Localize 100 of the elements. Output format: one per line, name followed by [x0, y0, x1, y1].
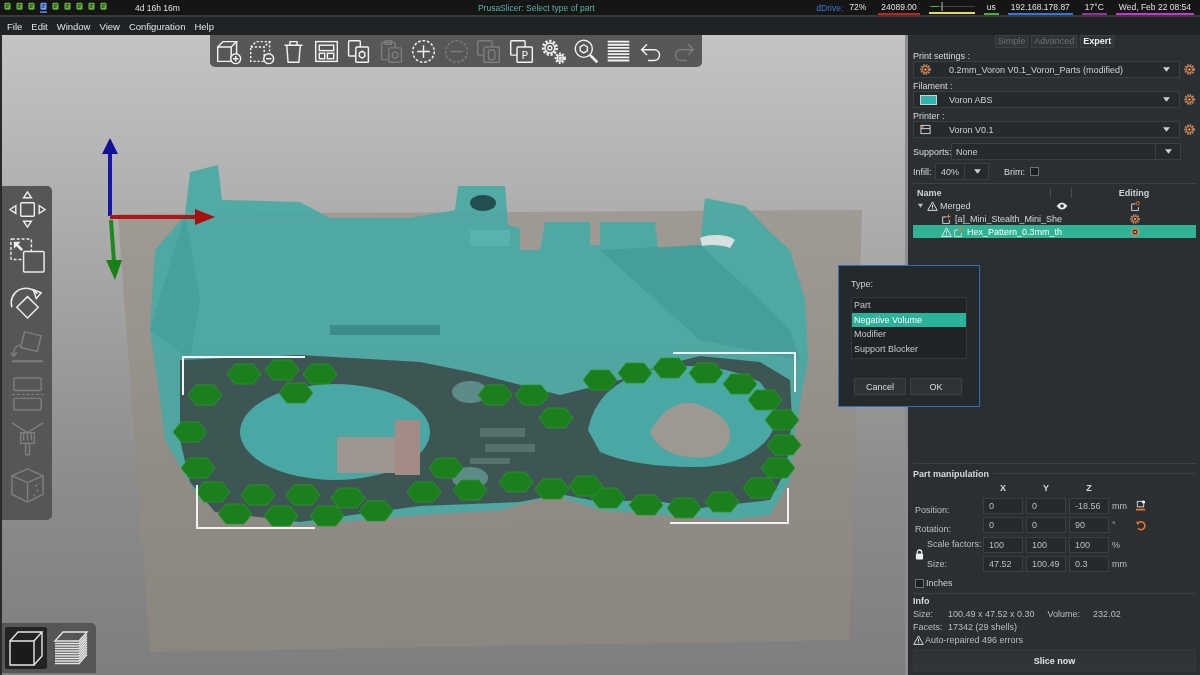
printer-icon — [920, 124, 931, 135]
unit-label: ° — [1112, 520, 1117, 530]
number-field[interactable]: 47.52 — [983, 556, 1023, 572]
status-indicator: 72% — [848, 0, 868, 14]
gear-icon[interactable] — [1129, 213, 1140, 224]
number-field[interactable]: 100 — [983, 536, 1023, 553]
number-field[interactable]: 0 — [1026, 497, 1066, 514]
brim-label: Brim: — [1004, 166, 1025, 177]
preset-dropdown[interactable]: 0.2mm_Voron V0.1_Voron_Parts (modified) — [913, 61, 1180, 78]
supports-dropdown[interactable]: None — [951, 143, 1181, 160]
scale-boxes-icon[interactable] — [7, 236, 47, 275]
caret-icon — [974, 169, 981, 174]
tree-row[interactable]: [a]_Mini_Stealth_Mini_She — [913, 212, 1196, 225]
app-icon[interactable] — [4, 2, 11, 13]
drop-to-bed-icon[interactable] — [1135, 500, 1146, 511]
dialog-button[interactable]: OK — [910, 378, 962, 395]
unit-label: mm — [1112, 500, 1128, 511]
supports-label: Supports: — [913, 146, 951, 157]
number-field[interactable]: 100 — [1026, 536, 1066, 553]
lock-icon[interactable] — [915, 548, 924, 560]
mode-tab[interactable]: Expert — [1080, 35, 1115, 48]
number-field[interactable]: -18.56 — [1069, 497, 1109, 514]
info-value: 100.49 x 47.52 x 0.30 — [948, 608, 1035, 619]
menu-item[interactable]: Edit — [31, 20, 48, 32]
cube-icon[interactable] — [5, 627, 47, 669]
infill-dropdown[interactable]: 40% — [935, 163, 989, 180]
infill-label: Infill: — [913, 166, 933, 177]
axis-label: Z — [1085, 483, 1093, 494]
info-label: Facets: — [913, 621, 944, 632]
menu-item[interactable]: View — [99, 20, 120, 32]
app-icon[interactable] — [64, 2, 71, 13]
info-label: Size: — [913, 608, 934, 619]
indicator-label: dDrive: — [816, 2, 844, 13]
search-icon[interactable] — [572, 37, 600, 65]
menu-item[interactable]: Window — [56, 20, 91, 32]
copy-icon[interactable] — [345, 37, 372, 65]
menu-item[interactable]: Help — [194, 20, 214, 32]
info-label: Volume: — [1047, 608, 1081, 619]
preset-label: Printer : — [913, 111, 946, 121]
menu-item[interactable]: File — [7, 20, 23, 32]
gear-icon[interactable] — [1129, 226, 1140, 237]
object-name: [a]_Mini_Stealth_Mini_She — [955, 213, 1063, 224]
number-field[interactable]: 0 — [983, 497, 1023, 514]
app-icon[interactable] — [28, 2, 35, 13]
gear-icon[interactable] — [1184, 124, 1195, 135]
slice-button[interactable]: Slice now — [913, 649, 1196, 672]
row-label: Rotation: — [914, 524, 953, 535]
tree-row[interactable]: Merged — [913, 199, 1196, 212]
inches-label: Inches — [926, 578, 953, 588]
warning-text: Auto-repaired 496 errors — [925, 634, 1024, 645]
column-header: Editing — [1117, 187, 1151, 198]
app-icon[interactable] — [88, 2, 95, 13]
caret-icon — [1163, 127, 1170, 132]
preset-dropdown[interactable]: Voron ABS — [913, 91, 1180, 108]
square-plus-icon — [941, 213, 951, 224]
number-field[interactable]: 100.49 — [1026, 556, 1066, 572]
app-icon[interactable] — [40, 2, 47, 13]
square-plus-icon — [953, 226, 963, 237]
uptime-label: 4d 16h 16m — [135, 2, 180, 13]
number-field[interactable]: 0 — [983, 517, 1023, 533]
square-dot-icon[interactable] — [1129, 200, 1140, 211]
number-field[interactable]: 90 — [1069, 517, 1109, 533]
column-header: Name — [916, 187, 943, 198]
preset-dropdown[interactable]: Voron V0.1 — [913, 121, 1180, 138]
object-name: Merged — [940, 200, 971, 211]
gears-icon[interactable] — [540, 37, 567, 65]
number-field[interactable]: 0.3 — [1069, 556, 1109, 572]
y-axis-arrow — [106, 219, 122, 280]
brim-checkbox[interactable] — [1030, 167, 1039, 176]
preset-label: Print settings : — [913, 51, 972, 61]
app-icon[interactable] — [52, 2, 59, 13]
warning-icon — [913, 634, 924, 645]
move-arrows-icon[interactable] — [7, 190, 47, 229]
window-title: PrusaSlicer: Select type of part — [477, 2, 595, 13]
app-icon[interactable] — [76, 2, 83, 13]
section-title: Info — [913, 596, 931, 607]
caret-icon — [1165, 149, 1172, 154]
circle-plus-icon[interactable] — [410, 37, 437, 65]
caret-icon — [1163, 97, 1170, 102]
eye-icon[interactable] — [1055, 201, 1068, 210]
gear-icon[interactable] — [1184, 64, 1195, 75]
number-field[interactable]: 0 — [1026, 517, 1066, 533]
circular-arrow-icon[interactable] — [1135, 519, 1146, 531]
app-icon[interactable] — [16, 2, 23, 13]
dialog-button[interactable]: Cancel — [854, 378, 906, 395]
app-icon[interactable] — [100, 2, 107, 13]
unit-label: mm — [1112, 559, 1128, 569]
menu-item[interactable]: Configuration — [128, 20, 186, 32]
info-value: 17342 (29 shells) — [948, 621, 1018, 632]
gear-icon[interactable] — [1184, 94, 1195, 105]
section-title: Part manipulation — [913, 468, 989, 479]
caret-icon — [1163, 67, 1170, 72]
inches-checkbox[interactable] — [915, 578, 924, 588]
axis-label: Y — [1042, 483, 1050, 494]
expand-caret-icon[interactable] — [917, 202, 924, 209]
number-field[interactable]: 100 — [1069, 536, 1109, 553]
info-value: 232.02 — [1093, 608, 1121, 619]
axis-label: X — [999, 483, 1007, 494]
type-label: Type: — [851, 279, 873, 289]
gear-icon — [920, 64, 931, 75]
